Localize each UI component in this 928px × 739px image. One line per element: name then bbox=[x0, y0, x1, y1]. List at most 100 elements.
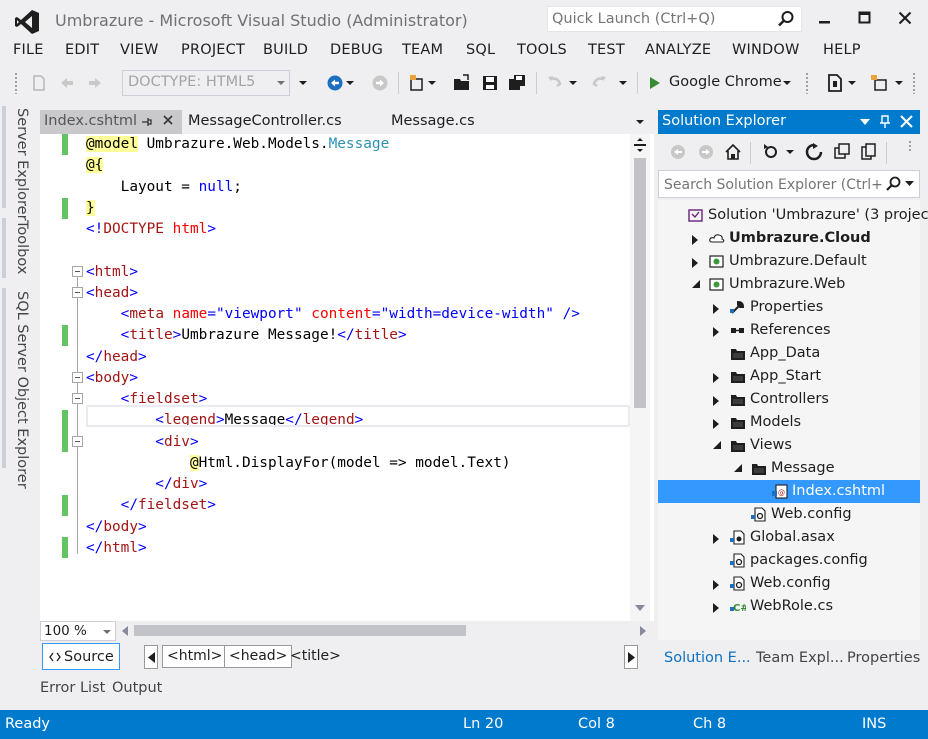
code-line[interactable]: </head> bbox=[86, 347, 147, 368]
chevron-down-icon[interactable] bbox=[783, 81, 791, 85]
show-all-files-icon[interactable] bbox=[860, 143, 878, 161]
scroll-down-icon[interactable] bbox=[634, 603, 646, 613]
tab-index-cshtml[interactable]: Index.cshtml bbox=[40, 110, 182, 134]
chevron-down-icon[interactable] bbox=[786, 150, 794, 154]
minimize-button[interactable] bbox=[808, 5, 842, 31]
code-line[interactable]: <body> bbox=[86, 368, 138, 389]
pin-icon[interactable] bbox=[139, 115, 153, 129]
menu-test[interactable]: TEST bbox=[588, 42, 625, 58]
scroll-right-icon[interactable] bbox=[638, 625, 648, 637]
menu-team[interactable]: TEAM bbox=[402, 42, 443, 58]
menu-edit[interactable]: EDIT bbox=[65, 42, 99, 58]
back-nav-icon[interactable] bbox=[58, 74, 76, 92]
menu-project[interactable]: PROJECT bbox=[181, 42, 245, 58]
close-icon[interactable] bbox=[900, 115, 913, 128]
outlining-toggle[interactable] bbox=[72, 287, 83, 298]
expand-arrow-icon[interactable] bbox=[713, 580, 719, 590]
tree-item[interactable]: Umbrazure.Cloud bbox=[658, 227, 920, 250]
menu-sql[interactable]: SQL bbox=[466, 42, 495, 58]
tree-item[interactable]: Global.asax bbox=[658, 526, 920, 549]
quick-launch-box[interactable] bbox=[547, 6, 802, 32]
tree-item[interactable]: App_Data bbox=[658, 342, 920, 365]
menu-help[interactable]: HELP bbox=[823, 42, 861, 58]
publish-icon[interactable] bbox=[870, 74, 888, 92]
save-icon[interactable] bbox=[481, 74, 499, 92]
outlining-toggle[interactable] bbox=[72, 266, 83, 277]
chevron-down-icon[interactable] bbox=[346, 81, 354, 85]
sync-icon[interactable] bbox=[762, 143, 780, 161]
undo-icon[interactable] bbox=[546, 74, 564, 92]
code-line[interactable]: <html> bbox=[86, 262, 138, 283]
code-line[interactable]: <div> bbox=[86, 432, 198, 453]
code-line[interactable]: @model Umbrazure.Web.Models.Message bbox=[86, 134, 389, 155]
quick-launch-input[interactable] bbox=[552, 9, 772, 29]
code-line[interactable]: } bbox=[86, 198, 95, 219]
chevron-down-icon[interactable] bbox=[895, 81, 903, 85]
tree-item[interactable]: Umbrazure.Web bbox=[658, 273, 920, 296]
breadcrumb-next-button[interactable] bbox=[624, 645, 638, 669]
tab-messagecontroller-cs[interactable]: MessageController.cs bbox=[186, 110, 366, 134]
outlining-toggle[interactable] bbox=[72, 393, 83, 404]
browser-link-icon[interactable] bbox=[826, 74, 844, 92]
expand-arrow-icon[interactable] bbox=[713, 304, 719, 314]
outlining-toggle[interactable] bbox=[72, 372, 83, 383]
tree-item[interactable]: Controllers bbox=[658, 388, 920, 411]
expand-arrow-icon[interactable] bbox=[692, 235, 698, 245]
tab-team-explorer[interactable]: Team Expl... bbox=[756, 650, 844, 666]
pin-icon[interactable] bbox=[879, 115, 891, 129]
close-icon[interactable] bbox=[161, 113, 175, 127]
menu-window[interactable]: WINDOW bbox=[732, 42, 800, 58]
chevron-down-icon[interactable] bbox=[905, 181, 914, 187]
tree-item[interactable]: Solution 'Umbrazure' (3 projects) bbox=[658, 204, 928, 227]
chevron-down-icon[interactable] bbox=[299, 81, 307, 85]
tree-item[interactable]: Web.config bbox=[658, 503, 920, 526]
menu-analyze[interactable]: ANALYZE bbox=[645, 42, 711, 58]
breadcrumb-prev-button[interactable] bbox=[144, 645, 158, 669]
code-line[interactable]: <!DOCTYPE html> bbox=[86, 219, 216, 240]
expand-arrow-icon[interactable] bbox=[713, 373, 719, 383]
tab-server-explorer[interactable]: Server Explorer bbox=[6, 108, 30, 221]
menu-view[interactable]: VIEW bbox=[120, 42, 159, 58]
code-line[interactable]: <meta name="viewport" content="width=dev… bbox=[86, 304, 580, 325]
run-target-label[interactable]: Google Chrome bbox=[669, 74, 782, 90]
tree-item[interactable]: App_Start bbox=[658, 365, 920, 388]
tree-item[interactable]: Message bbox=[658, 457, 920, 480]
expand-arrow-icon[interactable] bbox=[713, 327, 719, 337]
code-line[interactable]: Layout = null; bbox=[86, 177, 242, 198]
code-line[interactable]: </fieldset> bbox=[86, 495, 216, 516]
tree-item[interactable]: References bbox=[658, 319, 920, 342]
tree-item[interactable]: Models bbox=[658, 411, 920, 434]
tab-solution-explorer[interactable]: Solution E... bbox=[664, 650, 751, 666]
menu-debug[interactable]: DEBUG bbox=[330, 42, 383, 58]
open-file-icon[interactable] bbox=[453, 74, 471, 92]
forward-icon[interactable] bbox=[698, 144, 714, 160]
code-line[interactable]: <head> bbox=[86, 283, 138, 304]
split-editor-icon[interactable] bbox=[633, 138, 647, 152]
tree-item[interactable]: Properties bbox=[658, 296, 920, 319]
breadcrumb-title[interactable]: <title> bbox=[290, 648, 341, 664]
source-view-button[interactable]: Source bbox=[42, 643, 120, 670]
outlining-toggle[interactable] bbox=[72, 436, 83, 447]
tab-toolbox[interactable]: Toolbox bbox=[6, 220, 30, 274]
breadcrumb-head[interactable]: <head> bbox=[224, 645, 293, 668]
tab-properties[interactable]: Properties bbox=[847, 650, 920, 666]
chevron-down-icon[interactable] bbox=[848, 81, 856, 85]
new-file-icon[interactable] bbox=[30, 74, 48, 92]
start-debugging-icon[interactable] bbox=[646, 74, 664, 92]
toolbar-grip[interactable] bbox=[912, 72, 916, 94]
solution-tree[interactable]: Solution 'Umbrazure' (3 projects) Umbrazu… bbox=[658, 200, 928, 640]
toolbar-grip[interactable] bbox=[908, 140, 912, 152]
menu-tools[interactable]: TOOLS bbox=[517, 42, 567, 58]
scroll-left-icon[interactable] bbox=[120, 625, 130, 637]
doctype-combo[interactable]: DOCTYPE: HTML5 bbox=[122, 70, 290, 96]
vertical-scrollbar-thumb[interactable] bbox=[634, 158, 646, 408]
collapse-all-icon[interactable] bbox=[833, 143, 851, 161]
code-line[interactable]: @{ bbox=[86, 155, 104, 176]
navigate-back-icon[interactable] bbox=[326, 74, 344, 92]
maximize-button[interactable] bbox=[848, 5, 882, 31]
tree-item[interactable]: Views bbox=[658, 434, 920, 457]
menu-build[interactable]: BUILD bbox=[263, 42, 308, 58]
expand-arrow-icon[interactable] bbox=[713, 603, 719, 613]
code-line[interactable]: </html> bbox=[86, 538, 147, 559]
home-icon[interactable] bbox=[724, 143, 742, 161]
